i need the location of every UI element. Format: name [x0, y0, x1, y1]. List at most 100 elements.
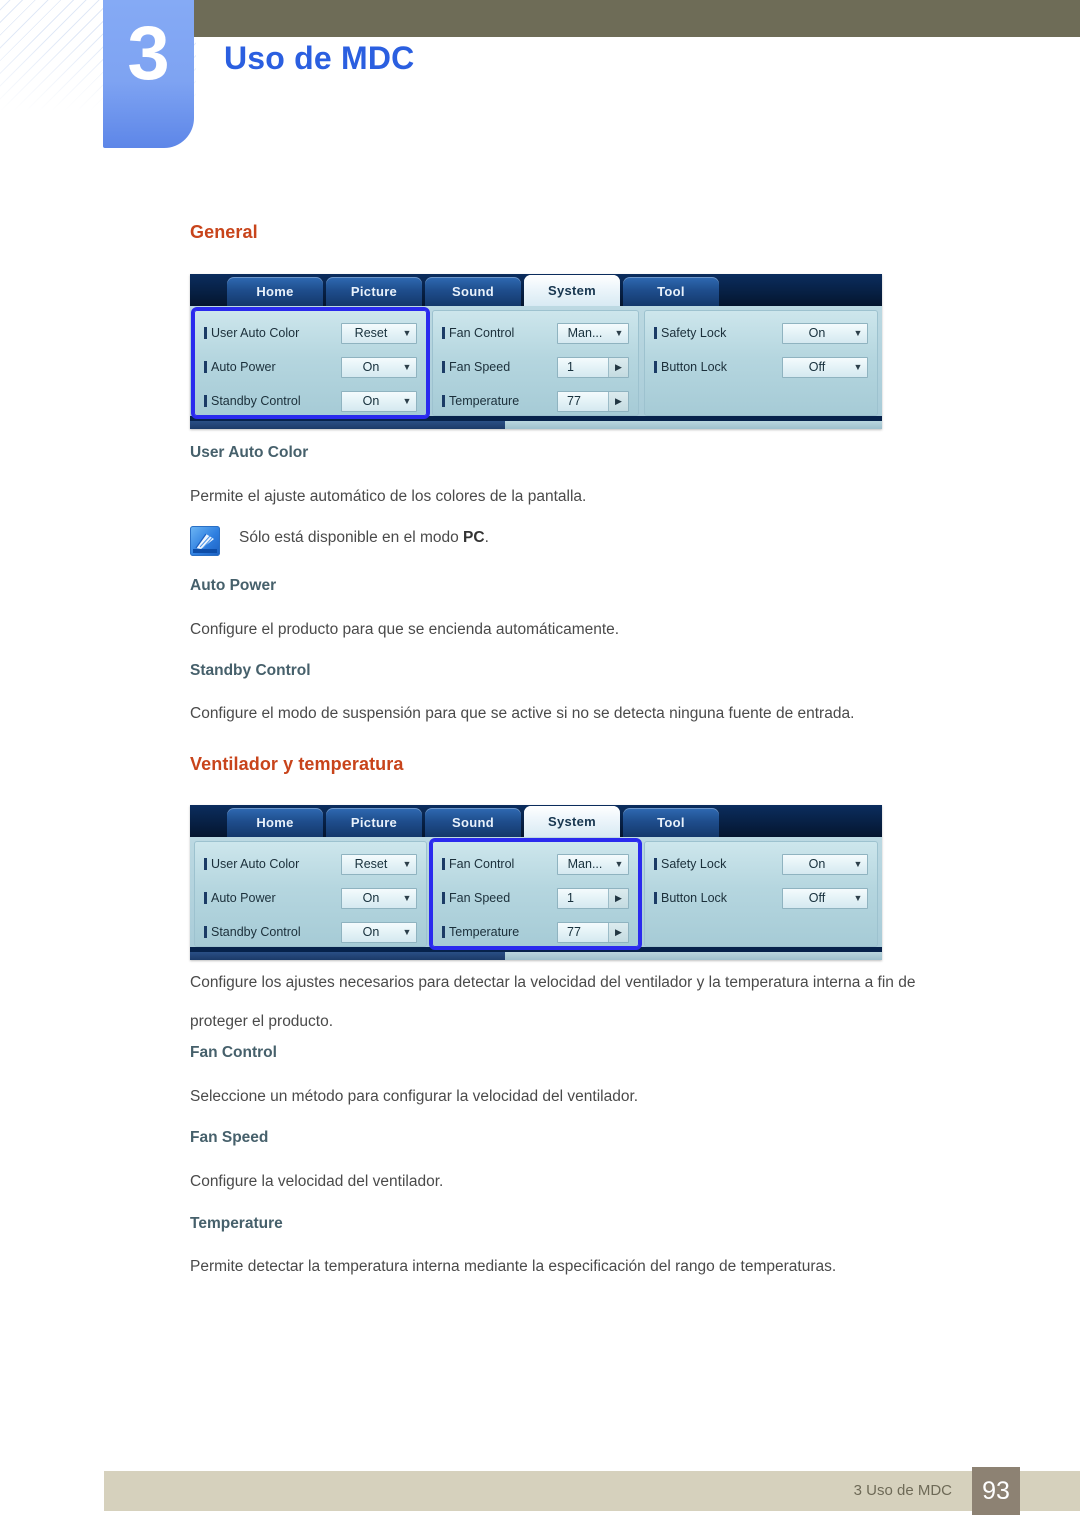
mdc-label-button-lock-1: Button Lock [654, 360, 727, 374]
mdc-dropdown-button-lock-1[interactable]: Off ▼ [782, 356, 868, 378]
mdc-dropdown-auto-power-1[interactable]: On ▼ [341, 356, 417, 378]
chapter-tab: 3 [103, 0, 194, 148]
paragraph-fan-speed: Configure la velocidad del ventilador. [190, 1173, 444, 1190]
subheading-auto-power: Auto Power [190, 577, 277, 594]
mdc-label-fan-speed-1: Fan Speed [442, 360, 510, 374]
chevron-right-icon[interactable]: ▶ [608, 888, 628, 908]
mdc-row-fan-speed-2: Fan Speed 1 ▶ [442, 884, 629, 912]
mdc-tab-system-2[interactable]: System [524, 806, 620, 837]
mdc-label-text: Fan Control [449, 326, 515, 340]
paragraph-fan-control: Seleccione un método para configurar la … [190, 1088, 639, 1105]
footer-chapter-label: 3 Uso de MDC [853, 1482, 952, 1499]
mdc-spinner-fan-speed-2[interactable]: 1 ▶ [557, 887, 629, 909]
bullet-icon [204, 892, 207, 904]
mdc-dropdown-button-lock-2[interactable]: Off ▼ [782, 887, 868, 909]
chevron-down-icon: ▼ [614, 858, 624, 869]
mdc-dropdown-value: Off [808, 360, 826, 374]
mdc-tab-tool-1[interactable]: Tool [623, 277, 719, 306]
note-text-prefix: Sólo está disponible en el modo [239, 529, 464, 546]
header-olive-band [190, 0, 1080, 37]
mdc-scrollbar-2[interactable] [190, 952, 505, 960]
page-title: Uso de MDC [224, 40, 415, 76]
mdc-row-safety-lock-2: Safety Lock On ▼ [654, 850, 868, 878]
mdc-dropdown-value: On [362, 360, 380, 374]
mdc-body-2: User Auto Color Reset ▼ Auto Power On ▼ [190, 837, 882, 950]
mdc-tab-sound-2[interactable]: Sound [425, 808, 521, 837]
mdc-label-temperature-1: Temperature [442, 394, 519, 408]
mdc-label-button-lock-2: Button Lock [654, 891, 727, 905]
mdc-label-safety-lock-2: Safety Lock [654, 857, 726, 871]
mdc-column-general-2: User Auto Color Reset ▼ Auto Power On ▼ [194, 841, 427, 947]
chevron-right-icon[interactable]: ▶ [608, 922, 628, 942]
subheading-fan-speed: Fan Speed [190, 1129, 269, 1146]
mdc-spinner-value: 1 [567, 360, 574, 374]
mdc-dropdown-safety-lock-1[interactable]: On ▼ [782, 322, 868, 344]
mdc-dropdown-user-auto-color-1[interactable]: Reset ▼ [341, 322, 417, 344]
mdc-dropdown-fan-control-2[interactable]: Man... ▼ [557, 853, 629, 875]
bullet-icon [442, 395, 445, 407]
bullet-icon [204, 327, 207, 339]
bullet-icon [204, 926, 207, 938]
mdc-row-temperature-1: Temperature 77 ▶ [442, 387, 629, 415]
mdc-dropdown-fan-control-1[interactable]: Man... ▼ [557, 322, 629, 344]
mdc-label-fan-speed-2: Fan Speed [442, 891, 510, 905]
mdc-label-user-auto-color-2: User Auto Color [204, 857, 299, 871]
mdc-spinner-temperature-2[interactable]: 77 ▶ [557, 921, 629, 943]
mdc-label-text: Fan Speed [449, 891, 511, 905]
heading-general: General [190, 222, 258, 242]
mdc-dropdown-safety-lock-2[interactable]: On ▼ [782, 853, 868, 875]
mdc-dropdown-standby-control-2[interactable]: On ▼ [341, 921, 417, 943]
mdc-dropdown-standby-control-1[interactable]: On ▼ [341, 390, 417, 412]
bullet-icon [204, 858, 207, 870]
mdc-screenshot-fan: Home Picture Sound System Tool User Auto… [190, 805, 882, 960]
mdc-scrollbar-1[interactable] [190, 421, 505, 429]
mdc-dropdown-value: On [808, 326, 826, 340]
mdc-tab-system-1[interactable]: System [524, 275, 620, 306]
subheading-standby-control: Standby Control [190, 662, 311, 679]
mdc-row-fan-control-1: Fan Control Man... ▼ [442, 319, 629, 347]
mdc-label-text: Temperature [449, 925, 520, 939]
mdc-tab-home-2[interactable]: Home [227, 808, 323, 837]
mdc-spinner-fan-speed-1[interactable]: 1 ▶ [557, 356, 629, 378]
bullet-icon [654, 892, 657, 904]
mdc-tab-tool-2[interactable]: Tool [623, 808, 719, 837]
mdc-dropdown-value: Reset [354, 326, 388, 340]
chevron-right-icon[interactable]: ▶ [608, 357, 628, 377]
chevron-down-icon: ▼ [853, 892, 863, 903]
mdc-label-auto-power-1: Auto Power [204, 360, 276, 374]
bullet-icon [442, 327, 445, 339]
mdc-label-text: Safety Lock [661, 857, 727, 871]
mdc-dropdown-user-auto-color-2[interactable]: Reset ▼ [341, 853, 417, 875]
paragraph-user-auto-color: Permite el ajuste automático de los colo… [190, 488, 587, 505]
mdc-tab-picture-1[interactable]: Picture [326, 277, 422, 306]
note-text-suffix: . [484, 529, 489, 546]
mdc-tab-picture-2[interactable]: Picture [326, 808, 422, 837]
chevron-right-icon[interactable]: ▶ [608, 391, 628, 411]
chevron-down-icon: ▼ [853, 361, 863, 372]
mdc-label-safety-lock-1: Safety Lock [654, 326, 726, 340]
mdc-row-fan-speed-1: Fan Speed 1 ▶ [442, 353, 629, 381]
mdc-spinner-value: 1 [567, 891, 574, 905]
mdc-spinner-temperature-1[interactable]: 77 ▶ [557, 390, 629, 412]
mdc-label-text: Fan Control [449, 857, 515, 871]
mdc-dropdown-value: Off [808, 891, 826, 905]
mdc-row-standby-control-2: Standby Control On ▼ [204, 918, 417, 946]
mdc-tabbar-1: Home Picture Sound System Tool [190, 274, 882, 306]
heading-ventilador-y-temperatura: Ventilador y temperatura [190, 754, 404, 774]
chevron-down-icon: ▼ [853, 858, 863, 869]
mdc-label-text: User Auto Color [211, 857, 300, 871]
mdc-label-standby-control-1: Standby Control [204, 394, 301, 408]
mdc-label-text: Auto Power [211, 360, 276, 374]
mdc-tab-home-1[interactable]: Home [227, 277, 323, 306]
mdc-row-user-auto-color-1: User Auto Color Reset ▼ [204, 319, 417, 347]
mdc-dropdown-auto-power-2[interactable]: On ▼ [341, 887, 417, 909]
mdc-dropdown-value: Reset [354, 857, 388, 871]
paragraph-fan-intro-line2: proteger el producto. [190, 1013, 334, 1030]
mdc-label-fan-control-1: Fan Control [442, 326, 514, 340]
mdc-row-standby-control-1: Standby Control On ▼ [204, 387, 417, 415]
bullet-icon [442, 361, 445, 373]
subheading-fan-control: Fan Control [190, 1044, 277, 1061]
bullet-icon [442, 926, 445, 938]
mdc-column-general-1: User Auto Color Reset ▼ Auto Power On ▼ [191, 307, 430, 419]
mdc-tab-sound-1[interactable]: Sound [425, 277, 521, 306]
